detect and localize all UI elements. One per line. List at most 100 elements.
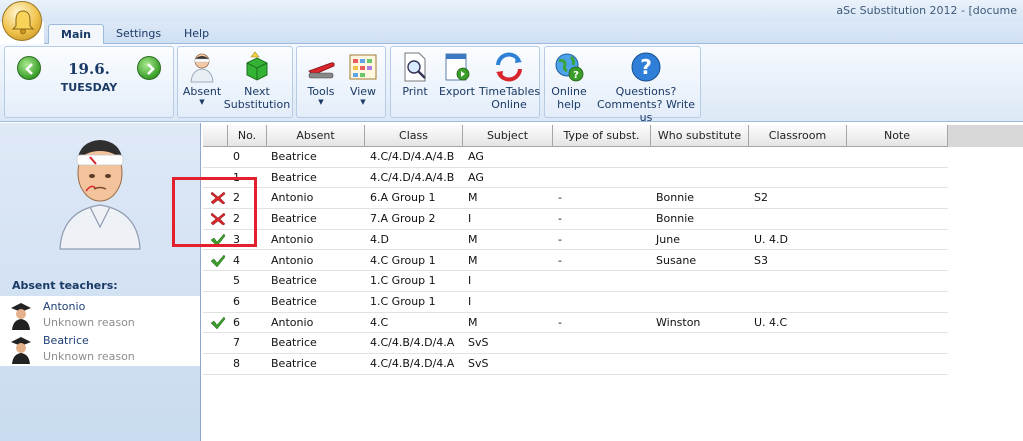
svg-text:?: ? [640,55,652,79]
cell-subject: SvS [468,357,489,370]
teacher-icon [11,303,31,330]
column-header-note[interactable]: Note [847,125,948,147]
table-row[interactable]: 2 Antonio 6.A Group 1 M - Bonnie S2 [203,188,948,210]
cell-absent: Beatrice [271,170,317,184]
cell-type: - [558,232,562,246]
substitution-table: No. Absent Class Subject Type of subst. … [203,125,1023,441]
ribbon: 19.6. TUESDAY Absent ▼ Next Substitution [0,44,1023,124]
cell-class: 4.C/4.D/4.A/4.B [370,170,455,184]
sync-arrows-icon [496,52,522,82]
stapler-icon [308,62,335,79]
questions-label-1: Questions? [615,85,677,98]
timetables-online-button[interactable]: TimeTables Online [479,51,540,111]
cell-type: - [558,253,562,267]
cell-subject: SvS [468,336,489,350]
cell-class: 4.C [370,315,389,329]
teacher-name: Antonio [43,300,86,313]
column-header-class[interactable]: Class [365,125,463,147]
questions-button[interactable]: ? Questions? Comments? Write us [591,51,701,124]
cell-subject: M [468,315,478,329]
table-row[interactable]: 7 Beatrice 4.C/4.B/4.D/4.A SvS [203,333,948,354]
chevron-down-icon: ▼ [360,98,366,106]
tab-settings[interactable]: Settings [104,24,173,45]
column-header-absent[interactable]: Absent [267,125,365,147]
cell-no: 0 [233,150,240,163]
current-date[interactable]: 19.6. [5,60,173,78]
cell-class: 7.A Group 2 [370,212,436,226]
table-row[interactable]: 8 Beatrice 4.C/4.B/4.D/4.A SvS [203,354,948,375]
cell-class: 4.C/4.B/4.D/4.A [370,357,455,370]
column-header-classroom[interactable]: Classroom [749,125,847,147]
cell-who: June [656,232,680,246]
cell-type: - [558,212,562,226]
cell-absent: Beatrice [271,336,317,350]
help-group: ? Online help ? Questions? Comments? Wri… [544,46,701,124]
cell-subject: I [468,212,472,226]
cell-type: - [558,191,562,205]
cell-who: Bonnie [656,212,695,226]
next-substitution-label-1: Next [244,85,270,98]
cell-absent: Antonio [271,253,314,267]
teacher-reason: Unknown reason [43,316,135,329]
absent-teacher-beatrice[interactable]: Beatrice Unknown reason [0,332,200,366]
cell-absent: Beatrice [271,294,317,308]
table-row[interactable]: 3 Antonio 4.D M - June U. 4.D [203,230,948,251]
view-button[interactable]: View ▼ [343,51,383,106]
substitution-group: Absent ▼ Next Substitution [177,46,293,118]
green-cube-icon [246,51,268,81]
cell-classroom: S2 [754,191,768,205]
column-header-who[interactable]: Who substitute [651,125,749,147]
teacher-reason: Unknown reason [43,350,135,363]
cell-no: 4 [233,253,240,267]
table-row[interactable]: 0 Beatrice 4.C/4.D/4.A/4.B AG [203,147,948,168]
tools-label: Tools [307,85,335,98]
injured-teacher-icon [59,140,141,250]
cell-subject: M [468,232,478,246]
tools-button[interactable]: Tools ▼ [301,51,341,106]
table-row[interactable]: 4 Antonio 4.C Group 1 M - Susane S3 [203,251,948,272]
table-row[interactable]: 2 Beatrice 7.A Group 2 I - Bonnie [203,209,948,230]
cell-who: Bonnie [656,191,695,205]
cell-subject: I [468,294,472,308]
cell-subject: M [468,253,478,267]
next-substitution-button[interactable]: Next Substitution [222,51,292,111]
export-button[interactable]: Export [437,51,477,98]
output-group: Print Export TimeTables Online [390,46,540,118]
column-header-subject[interactable]: Subject [463,125,553,147]
cell-classroom: U. 4.C [754,315,788,329]
ribbon-tabs: Main Settings Help [44,22,1023,45]
cell-who: Susane [656,253,697,267]
tab-main[interactable]: Main [48,24,104,45]
cell-no: 7 [233,336,240,350]
absent-teacher-antonio[interactable]: Antonio Unknown reason [0,298,200,332]
column-header-status[interactable] [203,125,228,147]
table-row[interactable]: 6 Antonio 4.C M - Winston U. 4.C [203,313,948,334]
cell-absent: Beatrice [271,212,317,226]
highlight-annotation [172,177,257,247]
tools-group: Tools ▼ View ▼ [296,46,386,118]
cell-absent: Beatrice [271,357,317,370]
cell-classroom: U. 4.D [754,232,789,246]
cell-absent: Beatrice [271,274,317,288]
bell-icon [11,10,35,35]
table-row[interactable]: 6 Beatrice 1.C Group 1 I [203,292,948,313]
table-row[interactable]: 5 Beatrice 1.C Group 1 I [203,271,948,292]
cell-no: 8 [233,357,240,370]
timetables-online-label-2: Online [491,98,527,111]
column-header-no[interactable]: No. [228,125,267,147]
cell-no: 5 [233,274,240,288]
current-weekday: TUESDAY [60,81,118,94]
cell-subject: I [468,274,472,288]
app-menu-button[interactable] [2,1,42,41]
column-header-type[interactable]: Type of subst. [553,125,651,147]
table-header: No. Absent Class Subject Type of subst. … [203,125,1023,147]
print-button[interactable]: Print [395,51,435,98]
cell-class: 1.C Group 1 [370,294,436,308]
next-substitution-label-2: Substitution [223,98,291,111]
absent-button[interactable]: Absent ▼ [182,51,222,106]
cell-class: 1.C Group 1 [370,274,436,288]
online-help-button[interactable]: ? Online help [547,51,591,111]
view-label: View [349,85,377,98]
tab-help[interactable]: Help [172,24,221,45]
table-row[interactable]: 1 Beatrice 4.C/4.D/4.A/4.B AG [203,168,948,189]
